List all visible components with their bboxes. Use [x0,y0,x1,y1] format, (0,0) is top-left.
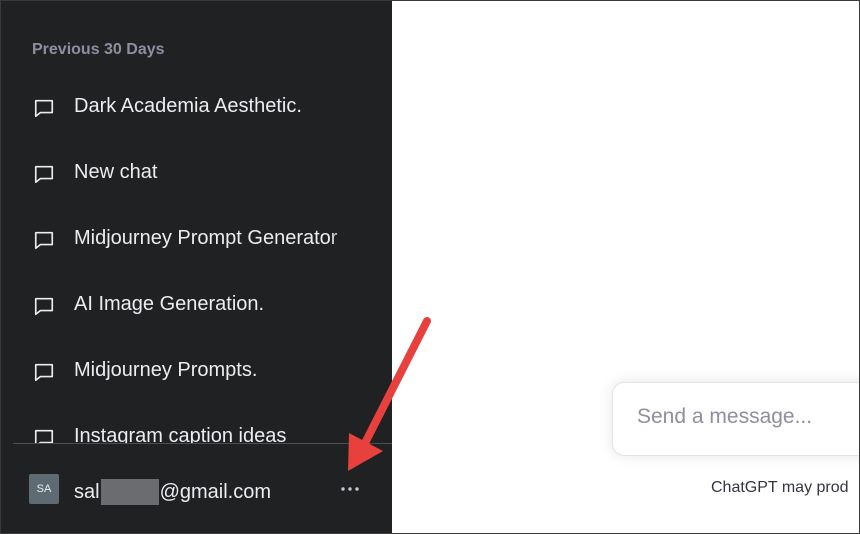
screenshot-frame: Previous 30 Days Dark Academia Aesthetic… [0,0,860,534]
section-label-previous-30-days: Previous 30 Days [32,41,165,58]
chat-item-label: Midjourney Prompt Generator [74,227,338,249]
message-composer[interactable] [612,382,859,456]
chat-bubble-icon [34,363,54,382]
chat-item[interactable]: Midjourney Prompt Generator [1,206,392,272]
chat-bubble-icon [34,429,54,444]
email-domain: @gmail.com [159,481,272,503]
chat-item-label: Instagram caption ideas [74,425,287,444]
chat-bubble-icon [34,297,54,316]
redaction-box [100,479,159,505]
email-prefix: sal [74,481,100,503]
chat-history-list[interactable]: Dark Academia Aesthetic. New chat Midjou… [1,74,392,444]
sidebar: Previous 30 Days Dark Academia Aesthetic… [1,1,392,533]
account-row[interactable]: SA sal @gmail.com [1,444,392,533]
chat-bubble-icon [34,165,54,184]
chat-item[interactable]: Midjourney Prompts. [1,338,392,404]
chat-item[interactable]: New chat [1,140,392,206]
main-panel: ChatGPT may prod [392,1,859,533]
account-more-button[interactable] [334,474,366,504]
ellipsis-icon [341,487,359,491]
disclaimer-text: ChatGPT may prod [711,479,849,496]
chat-item[interactable]: Instagram caption ideas [1,404,392,444]
chat-item-label: Midjourney Prompts. [74,359,258,381]
chat-item[interactable]: Dark Academia Aesthetic. [1,74,392,140]
chat-item[interactable]: AI Image Generation. [1,272,392,338]
avatar: SA [29,474,59,504]
chat-item-label: AI Image Generation. [74,293,265,315]
account-email: sal @gmail.com [74,479,271,505]
message-input[interactable] [637,405,859,429]
chat-item-label: Dark Academia Aesthetic. [74,95,302,117]
chat-bubble-icon [34,99,54,118]
chat-item-label: New chat [74,161,158,183]
chat-bubble-icon [34,231,54,250]
